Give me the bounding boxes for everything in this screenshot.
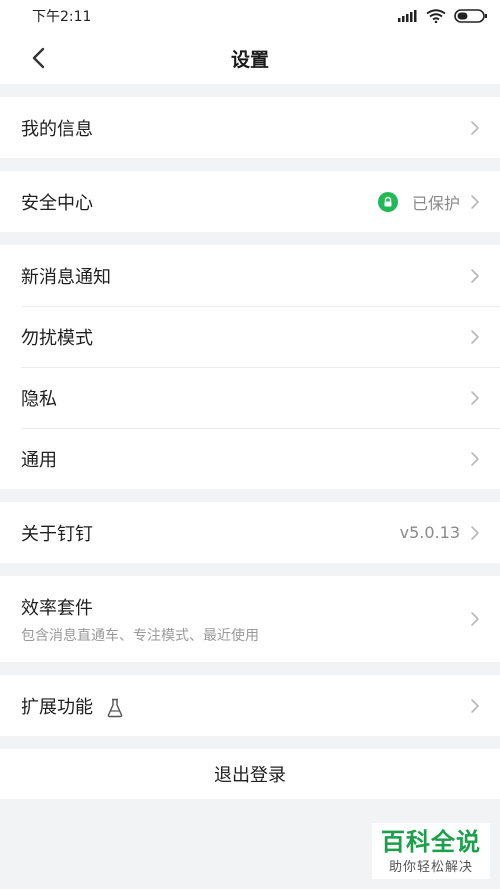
- chevron-right-icon: [471, 698, 479, 713]
- chevron-right-icon: [471, 268, 479, 283]
- divider: [0, 158, 500, 171]
- wifi-icon: [426, 9, 446, 23]
- row-label: 安全中心: [21, 192, 93, 214]
- general-row[interactable]: 通用: [0, 428, 500, 489]
- chevron-right-icon: [471, 194, 479, 209]
- watermark-logo: 百科全说 助你轻松解决: [372, 823, 490, 879]
- lock-icon: [377, 191, 398, 212]
- do-not-disturb-row[interactable]: 勿扰模式: [0, 306, 500, 367]
- row-label: 效率套件: [21, 597, 93, 619]
- efficiency-group: 效率套件 包含消息直通车、专注模式、最近使用: [0, 576, 500, 662]
- back-button[interactable]: [20, 40, 56, 76]
- new-message-notification-row[interactable]: 新消息通知: [0, 245, 500, 306]
- efficiency-suite-row[interactable]: 效率套件 包含消息直通车、专注模式、最近使用: [0, 576, 500, 662]
- nav-bar: 设置: [0, 32, 500, 84]
- row-label: 新消息通知: [21, 266, 111, 288]
- signal-icon: [398, 10, 417, 22]
- extensions-group: 扩展功能: [0, 675, 500, 736]
- about-row[interactable]: 关于钉钉 v5.0.13: [0, 502, 500, 563]
- divider: [0, 662, 500, 675]
- row-label: 扩展功能: [21, 696, 93, 718]
- chevron-right-icon: [471, 120, 479, 135]
- profile-group: 我的信息: [0, 97, 500, 158]
- security-group: 安全中心 已保护: [0, 171, 500, 232]
- row-label: 通用: [21, 449, 57, 471]
- logout-button[interactable]: 退出登录: [0, 749, 500, 799]
- status-bar: 下午2:11: [0, 0, 500, 32]
- divider: [0, 489, 500, 502]
- privacy-row[interactable]: 隐私: [0, 367, 500, 428]
- security-center-row[interactable]: 安全中心 已保护: [0, 171, 500, 232]
- watermark-subtitle: 助你轻松解决: [388, 859, 473, 875]
- page-title: 设置: [230, 48, 269, 71]
- row-label-wrap: 扩展功能: [21, 693, 470, 719]
- battery-icon: [454, 9, 487, 23]
- row-label: 隐私: [21, 388, 57, 410]
- about-group: 关于钉钉 v5.0.13: [0, 502, 500, 563]
- chevron-right-icon: [471, 525, 479, 540]
- logout-label: 退出登录: [214, 765, 286, 786]
- status-icons: [398, 9, 488, 23]
- chevron-right-icon: [471, 451, 479, 466]
- chevron-right-icon: [471, 329, 479, 344]
- my-info-row[interactable]: 我的信息: [0, 97, 500, 158]
- chevron-left-icon: [32, 47, 45, 69]
- row-label: 我的信息: [21, 118, 93, 140]
- row-subtitle: 包含消息直通车、专注模式、最近使用: [21, 627, 259, 644]
- status-time: 下午2:11: [32, 9, 92, 25]
- flask-icon: [107, 698, 123, 717]
- general-group: 新消息通知 勿扰模式 隐私 通用: [0, 245, 500, 489]
- version-text: v5.0.13: [399, 523, 460, 542]
- chevron-right-icon: [471, 390, 479, 405]
- row-label: 勿扰模式: [21, 327, 93, 349]
- divider: [0, 232, 500, 245]
- divider: [0, 84, 500, 97]
- chevron-right-icon: [471, 612, 479, 626]
- watermark-title: 百科全说: [381, 827, 481, 856]
- divider: [0, 736, 500, 749]
- extensions-row[interactable]: 扩展功能: [0, 675, 500, 736]
- security-status: 已保护: [411, 193, 460, 213]
- row-label: 关于钉钉: [21, 523, 93, 545]
- divider: [0, 563, 500, 576]
